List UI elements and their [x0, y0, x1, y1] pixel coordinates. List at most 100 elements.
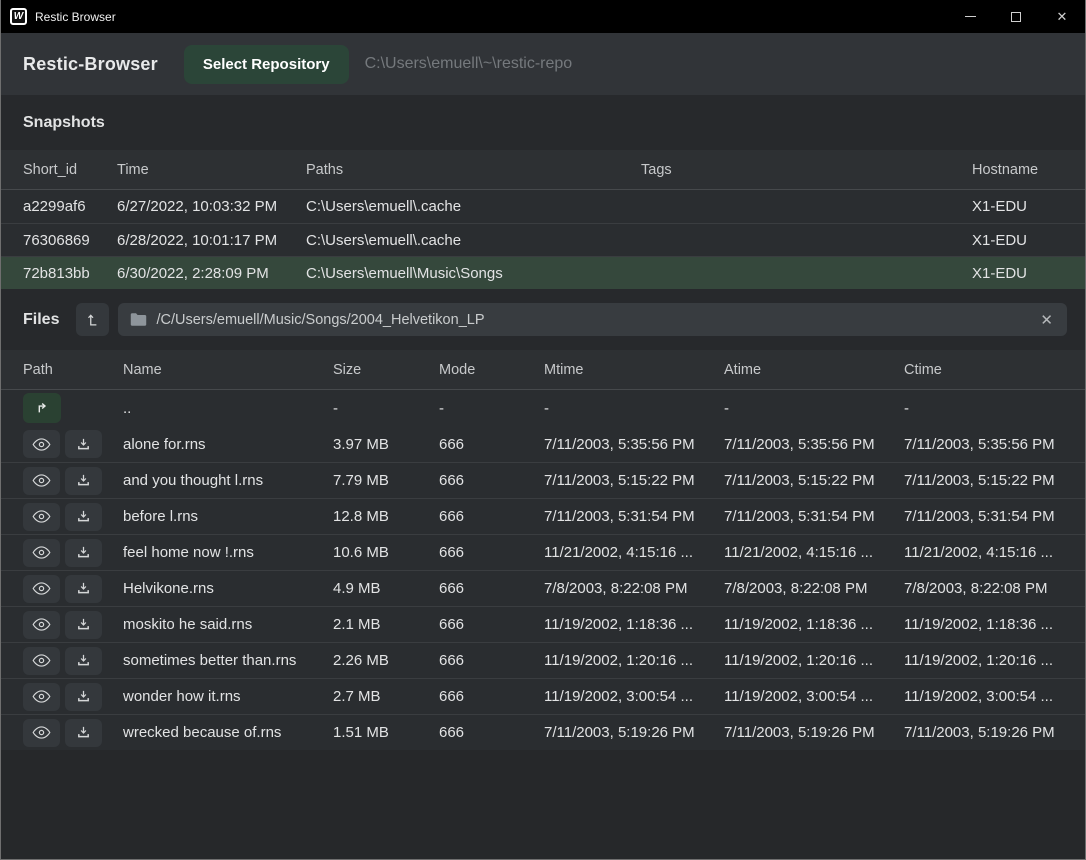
col-time: Time [117, 162, 306, 178]
app-header: Restic-Browser Select Repository C:\User… [1, 33, 1085, 95]
file-mode: 666 [439, 616, 544, 633]
snapshots-table-body: a2299af6 6/27/2022, 10:03:32 PM C:\Users… [1, 190, 1085, 289]
file-ctime: 11/19/2002, 1:18:36 ... [904, 616, 1063, 633]
snapshot-time: 6/30/2022, 2:28:09 PM [117, 265, 306, 282]
parent-dir-atime: - [724, 400, 904, 417]
preview-file-button[interactable] [23, 683, 60, 711]
file-mode: 666 [439, 472, 544, 489]
file-atime: 11/19/2002, 1:20:16 ... [724, 652, 904, 669]
file-ctime: 7/8/2003, 8:22:08 PM [904, 580, 1063, 597]
file-mtime: 11/19/2002, 3:00:54 ... [544, 688, 724, 705]
window-title: Restic Browser [35, 10, 947, 24]
file-mtime: 11/21/2002, 4:15:16 ... [544, 544, 724, 561]
file-name[interactable]: and you thought l.rns [123, 472, 333, 489]
file-row: alone for.rns 3.97 MB 666 7/11/2003, 5:3… [1, 426, 1085, 462]
file-ctime: 7/11/2003, 5:15:22 PM [904, 472, 1063, 489]
download-file-button[interactable] [65, 647, 102, 675]
col-atime: Atime [724, 362, 904, 378]
close-button[interactable]: ✕ [1039, 0, 1085, 33]
file-ctime: 11/19/2002, 1:20:16 ... [904, 652, 1063, 669]
parent-dir-name[interactable]: .. [123, 400, 333, 417]
snapshot-hostname: X1-EDU [972, 265, 1063, 282]
snapshots-table-header: Short_id Time Paths Tags Hostname [1, 150, 1085, 190]
tree-view-toggle-button[interactable] [76, 303, 109, 336]
snapshot-row[interactable]: a2299af6 6/27/2022, 10:03:32 PM C:\Users… [1, 190, 1085, 223]
file-row: feel home now !.rns 10.6 MB 666 11/21/20… [1, 534, 1085, 570]
col-size: Size [333, 362, 439, 378]
preview-file-button[interactable] [23, 647, 60, 675]
file-atime: 11/19/2002, 1:18:36 ... [724, 616, 904, 633]
file-mode: 666 [439, 724, 544, 741]
col-name: Name [123, 362, 333, 378]
download-file-button[interactable] [65, 719, 102, 747]
minimize-button[interactable] [947, 0, 993, 33]
download-file-button[interactable] [65, 683, 102, 711]
download-icon [76, 725, 91, 740]
snapshot-row[interactable]: 76306869 6/28/2022, 10:01:17 PM C:\Users… [1, 223, 1085, 256]
close-icon: ✕ [1057, 9, 1068, 25]
download-file-button[interactable] [65, 539, 102, 567]
file-name[interactable]: Helvikone.rns [123, 580, 333, 597]
download-file-button[interactable] [65, 430, 102, 458]
repository-path: C:\Users\emuell\~\restic-repo [365, 55, 573, 73]
snapshot-hostname: X1-EDU [972, 232, 1063, 249]
file-mtime: 7/8/2003, 8:22:08 PM [544, 580, 724, 597]
preview-file-button[interactable] [23, 575, 60, 603]
eye-icon [32, 653, 51, 668]
file-mtime: 11/19/2002, 1:20:16 ... [544, 652, 724, 669]
file-atime: 11/21/2002, 4:15:16 ... [724, 544, 904, 561]
preview-file-button[interactable] [23, 467, 60, 495]
go-up-directory-button[interactable] [23, 393, 61, 423]
preview-file-button[interactable] [23, 430, 60, 458]
snapshot-time: 6/28/2022, 10:01:17 PM [117, 232, 306, 249]
file-atime: 7/11/2003, 5:19:26 PM [724, 724, 904, 741]
file-name[interactable]: alone for.rns [123, 436, 333, 453]
eye-icon [32, 545, 51, 560]
snapshot-paths: C:\Users\emuell\Music\Songs [306, 265, 641, 282]
preview-file-button[interactable] [23, 539, 60, 567]
file-mtime: 7/11/2003, 5:19:26 PM [544, 724, 724, 741]
file-row: before l.rns 12.8 MB 666 7/11/2003, 5:31… [1, 498, 1085, 534]
file-name[interactable]: sometimes better than.rns [123, 652, 333, 669]
col-paths: Paths [306, 162, 641, 178]
download-file-button[interactable] [65, 575, 102, 603]
preview-file-button[interactable] [23, 719, 60, 747]
file-ctime: 11/19/2002, 3:00:54 ... [904, 688, 1063, 705]
file-name[interactable]: wrecked because of.rns [123, 724, 333, 741]
maximize-button[interactable] [993, 0, 1039, 33]
snapshot-row[interactable]: 72b813bb 6/30/2022, 2:28:09 PM C:\Users\… [1, 256, 1085, 289]
wails-app-icon: W [10, 8, 27, 25]
files-table-body: alone for.rns 3.97 MB 666 7/11/2003, 5:3… [1, 426, 1085, 750]
file-row: moskito he said.rns 2.1 MB 666 11/19/200… [1, 606, 1085, 642]
file-name[interactable]: moskito he said.rns [123, 616, 333, 633]
download-icon [76, 653, 91, 668]
page-title: Restic-Browser [23, 54, 158, 75]
file-row: wrecked because of.rns 1.51 MB 666 7/11/… [1, 714, 1085, 750]
download-file-button[interactable] [65, 467, 102, 495]
download-file-button[interactable] [65, 611, 102, 639]
file-size: 4.9 MB [333, 580, 439, 597]
preview-file-button[interactable] [23, 611, 60, 639]
file-mode: 666 [439, 652, 544, 669]
parent-dir-ctime: - [904, 400, 1063, 417]
file-atime: 7/11/2003, 5:15:22 PM [724, 472, 904, 489]
download-icon [76, 581, 91, 596]
preview-file-button[interactable] [23, 503, 60, 531]
eye-icon [32, 437, 51, 452]
file-mode: 666 [439, 580, 544, 597]
eye-icon [32, 509, 51, 524]
download-icon [76, 509, 91, 524]
file-name[interactable]: before l.rns [123, 508, 333, 525]
eye-icon [32, 473, 51, 488]
select-repository-button[interactable]: Select Repository [184, 45, 349, 84]
file-name[interactable]: wonder how it.rns [123, 688, 333, 705]
current-path-field[interactable]: /C/Users/emuell/Music/Songs/2004_Helveti… [118, 303, 1067, 336]
download-file-button[interactable] [65, 503, 102, 531]
file-mode: 666 [439, 688, 544, 705]
file-name[interactable]: feel home now !.rns [123, 544, 333, 561]
clear-path-icon[interactable]: ✕ [1038, 311, 1055, 329]
tree-list-icon [84, 311, 102, 329]
file-mtime: 7/11/2003, 5:15:22 PM [544, 472, 724, 489]
files-section-header: Files /C/Users/emuell/Music/Songs/2004_H… [1, 289, 1085, 350]
empty-area [1, 750, 1085, 859]
